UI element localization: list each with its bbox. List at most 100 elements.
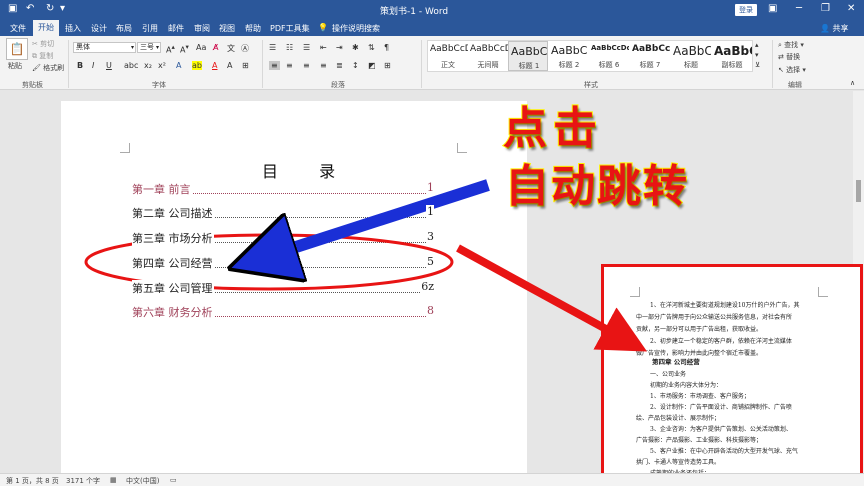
character-shading-icon[interactable]: A [227,61,232,70]
clear-format-icon[interactable]: A̸ [213,43,218,52]
bold-button[interactable]: B [77,61,83,70]
style-heading-2[interactable]: AaBbC 标题 2 [549,41,589,71]
chinese-layout-icon[interactable]: ✱ [352,43,359,52]
increase-indent-icon[interactable]: ⇥ [336,43,343,52]
redo-icon[interactable]: ↻ [46,3,54,14]
multilevel-list-icon[interactable]: ☰ [303,43,310,52]
enclose-characters-icon[interactable]: Ⓐ [241,43,249,54]
align-center-icon[interactable]: ≡ [286,61,293,70]
styles-more-icon[interactable]: ⊻ [755,61,760,69]
preview-line: 1、市场服务：市场调查、客户服务； [650,393,750,400]
distributed-icon[interactable]: ≣ [336,61,343,70]
preview-line: 2、设计制作：广告平面设计、商铺招牌制作、广告喷 [650,404,792,411]
customize-quick-access-icon[interactable]: ▾ [60,3,65,14]
toc-entry-4[interactable]: 第四章 公司经营 5 [132,255,434,271]
strikethrough-icon[interactable]: abc [124,61,138,70]
toc-entry-6[interactable]: 第六章 财务分析 8 [132,304,434,320]
preview-line: 广告摄影：产品摄影、工业摄影、科技摄影等； [636,437,763,444]
format-painter-button[interactable]: 🖌 格式刷 [32,63,64,73]
search-icon: ⌕ [778,41,782,49]
tell-me-search[interactable]: 操作说明搜索 [332,23,380,34]
divider [772,40,773,88]
style-sample: AaBbCcDc [430,44,468,54]
ribbon-display-options-icon[interactable]: ▣ [768,3,777,14]
paste-button[interactable]: 粘贴 [8,61,22,71]
shrink-font-icon[interactable]: A▾ [180,43,189,55]
decrease-indent-icon[interactable]: ⇤ [320,43,327,52]
styles-scroll-up-icon[interactable]: ▴ [755,41,759,49]
phonetic-guide-icon[interactable]: 文 [227,43,235,54]
toc-entry-3[interactable]: 第三章 市场分析 3 [132,230,434,246]
change-case-icon[interactable]: Aa [196,43,206,52]
scrollbar-thumb[interactable] [856,180,861,202]
toc-entry-5[interactable]: 第五章 公司管理 6z [132,280,434,296]
tab-layout[interactable]: 布局 [116,23,132,34]
style-heading-6[interactable]: AaBbCcDdEe 标题 6 [589,41,629,71]
numbering-icon[interactable]: ☷ [286,43,293,52]
styles-scroll-down-icon[interactable]: ▾ [755,51,759,59]
restore-icon[interactable]: ❐ [821,3,830,14]
align-right-icon[interactable]: ≡ [303,61,310,70]
underline-button[interactable]: U [106,61,112,70]
collapse-ribbon-icon[interactable]: ∧ [850,79,855,87]
style-title[interactable]: AaBbC 标题 [671,41,711,71]
style-subtitle[interactable]: AaBbC 副标题 [712,41,752,71]
tab-file[interactable]: 文件 [10,23,26,34]
language[interactable]: 中文(中国) [126,476,159,486]
page-count[interactable]: 第 1 页，共 8 页 [6,476,59,486]
tab-home[interactable]: 开始 [33,20,59,36]
proofing-icon[interactable]: ▦ [110,476,117,484]
subscript-icon[interactable]: x₂ [144,61,152,70]
paste-icon[interactable]: 📋 [6,38,28,60]
grow-font-icon[interactable]: A▴ [166,43,175,55]
superscript-icon[interactable]: x² [158,61,166,70]
bullets-icon[interactable]: ☰ [269,43,276,52]
text-effects-icon[interactable]: A [176,61,181,70]
tab-pdf-tools[interactable]: PDF工具集 [270,23,310,34]
tab-review[interactable]: 审阅 [194,23,210,34]
brush-icon: 🖌 [32,64,41,72]
line-spacing-icon[interactable]: ↕ [352,61,359,70]
tab-help[interactable]: 帮助 [245,23,261,34]
italic-button[interactable]: I [92,61,94,70]
justify-icon[interactable]: ≡ [320,61,327,70]
font-color-icon[interactable]: A [212,61,217,70]
style-no-spacing[interactable]: AaBbCcDc 无间隔 [468,41,508,71]
tab-view[interactable]: 视图 [219,23,235,34]
tab-mailings[interactable]: 邮件 [168,23,184,34]
style-normal[interactable]: AaBbCcDc 正文 [428,41,468,71]
copy-button[interactable]: ⧉ 复制 [32,51,53,61]
undo-icon[interactable]: ↶ [26,3,34,14]
login-button[interactable]: 登录 [735,4,757,16]
cut-button[interactable]: ✂ 剪切 [32,39,54,49]
font-size-combo[interactable]: 三号 ▾ [137,42,161,53]
borders-icon[interactable]: ⊞ [384,61,391,70]
select-button[interactable]: ↖ 选择 ▾ [778,65,806,75]
tab-design[interactable]: 设计 [91,23,107,34]
minimize-icon[interactable]: ─ [796,3,802,14]
toc-entry-title: 第五章 公司管理 [132,280,214,296]
style-sample: AaBbCcI [632,44,670,54]
show-marks-icon[interactable]: ¶ [384,43,389,52]
toc-entry-1[interactable]: 第一章 前言 1 [132,181,434,197]
align-left-icon[interactable]: ≡ [269,61,280,70]
replace-button[interactable]: ⇄ 替换 [778,52,800,62]
style-heading-7[interactable]: AaBbCcI 标题 7 [630,41,670,71]
sort-icon[interactable]: ⇅ [368,43,375,52]
tab-references[interactable]: 引用 [142,23,158,34]
shading-icon[interactable]: ◩ [368,61,376,70]
style-heading-1[interactable]: AaBbC 标题 1 [508,41,548,71]
font-name-combo[interactable]: 黑体 ▾ [73,42,136,53]
copy-icon: ⧉ [32,52,37,60]
share-button[interactable]: 👤 共享 [820,23,849,34]
macro-record-icon[interactable]: ▭ [170,476,177,484]
character-border-icon[interactable]: ⊞ [242,61,249,70]
highlight-icon[interactable]: ab [192,61,202,70]
toc-entry-2[interactable]: 第二章 公司描述 1 [132,205,434,221]
find-button[interactable]: ⌕ 查找 ▾ [778,40,804,50]
word-count[interactable]: 3171 个字 [66,476,100,486]
save-icon[interactable]: ▣ [8,3,17,14]
tab-insert[interactable]: 插入 [65,23,81,34]
style-name: 无间隔 [477,61,499,69]
close-icon[interactable]: ✕ [847,3,855,14]
